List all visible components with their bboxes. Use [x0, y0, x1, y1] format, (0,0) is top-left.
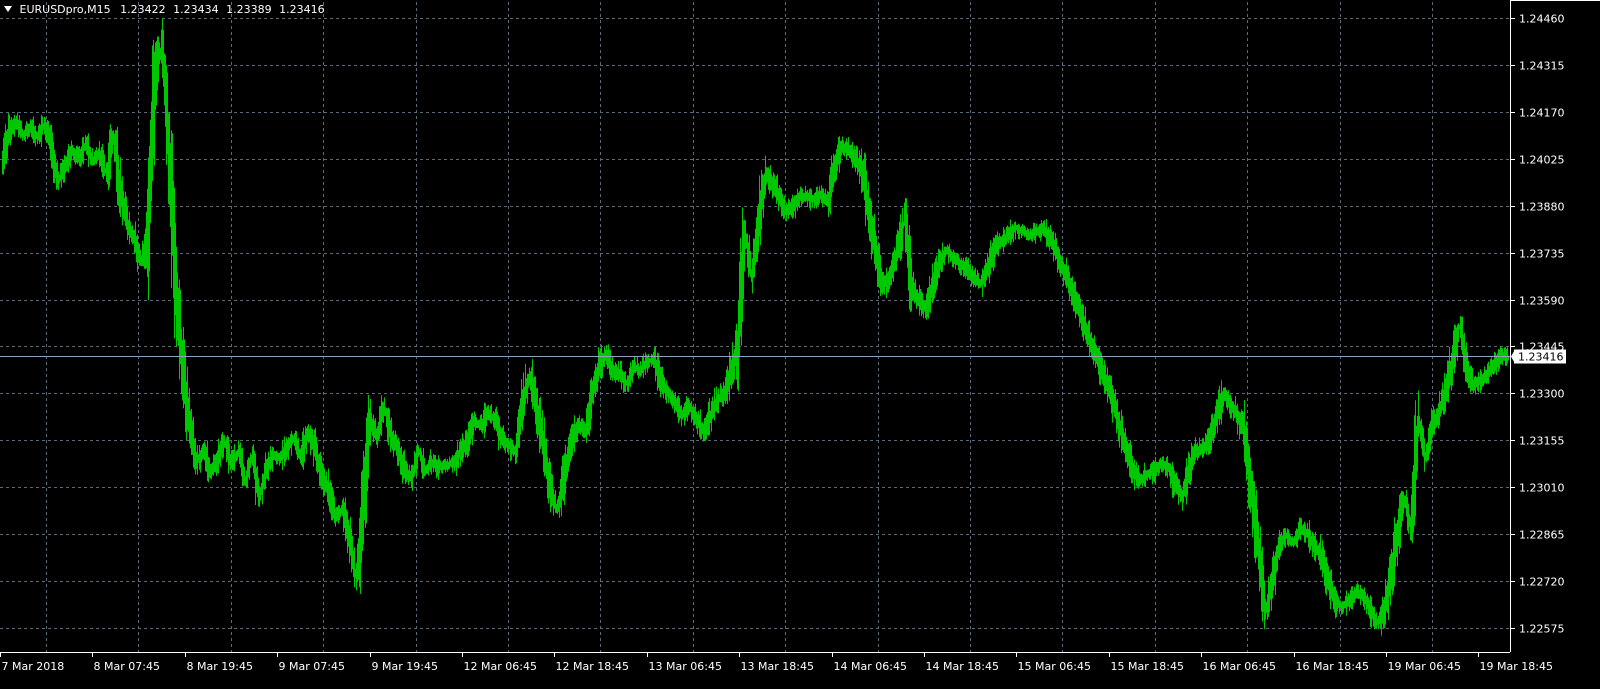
x-tick-label: 19 Mar 18:45: [1480, 660, 1553, 673]
chart-frame: [0, 0, 1600, 653]
time-axis: 7 Mar 2018 8 Mar 07:45 8 Mar 19:45 9 Mar 07…: [0, 652, 1553, 673]
y-tick-label: 1.23735: [1519, 248, 1565, 261]
ohlc-open: 1.23422: [120, 3, 166, 16]
current-price-line: 1.23416: [0, 349, 1566, 364]
x-tick-label: 12 Mar 06:45: [464, 660, 537, 673]
price-chart: 1.23416 1.24460 1.24315 1.24170 1.24025 1.23…: [0, 0, 1600, 673]
x-tick-label: 8 Mar 19:45: [187, 660, 253, 673]
ohlc-values: 1.23422 1.23434 1.23389 1.23416: [120, 3, 329, 16]
x-tick-label: 7 Mar 2018: [2, 660, 65, 673]
x-tick-label: 19 Mar 06:45: [1388, 660, 1461, 673]
y-tick-label: 1.24315: [1519, 60, 1565, 73]
y-tick-label: 1.23300: [1519, 388, 1565, 401]
chart-grid: [0, 2, 1510, 652]
price-bars: [2, 18, 1509, 636]
x-tick-label: 15 Mar 06:45: [1018, 660, 1091, 673]
collapse-triangle-icon[interactable]: [4, 6, 12, 12]
symbol-timeframe: EURUSDpro,M15: [19, 3, 111, 16]
y-tick-label: 1.23590: [1519, 295, 1565, 308]
y-tick-label: 1.22865: [1519, 529, 1565, 542]
y-tick-label: 1.22575: [1519, 623, 1565, 636]
y-tick-label: 1.24170: [1519, 107, 1565, 120]
ohlc-high: 1.23434: [173, 3, 219, 16]
y-tick-label: 1.23880: [1519, 201, 1565, 214]
x-tick-label: 13 Mar 18:45: [741, 660, 814, 673]
ohlc-close: 1.23416: [279, 3, 325, 16]
x-tick-label: 15 Mar 18:45: [1111, 660, 1184, 673]
ohlc-low: 1.23389: [226, 3, 272, 16]
y-tick-label: 1.23155: [1519, 435, 1565, 448]
price-axis: 1.24460 1.24315 1.24170 1.24025 1.23880 1.237…: [1510, 13, 1565, 636]
price-label-pointer: [1511, 349, 1515, 364]
y-tick-label: 1.23010: [1519, 482, 1565, 495]
x-tick-label: 8 Mar 07:45: [94, 660, 160, 673]
x-tick-label: 13 Mar 06:45: [649, 660, 722, 673]
y-tick-label: 1.24025: [1519, 154, 1565, 167]
y-tick-label: 1.23445: [1519, 341, 1565, 354]
x-tick-label: 9 Mar 19:45: [372, 660, 438, 673]
symbol-header: EURUSDpro,M15 1.23422 1.23434 1.23389 1.…: [4, 2, 329, 18]
chart-window: 1.23416 1.24460 1.24315 1.24170 1.24025 1.23…: [0, 0, 1600, 689]
x-tick-label: 12 Mar 18:45: [556, 660, 629, 673]
x-tick-label: 9 Mar 07:45: [279, 660, 345, 673]
y-tick-label: 1.22720: [1519, 576, 1565, 589]
x-tick-label: 14 Mar 06:45: [834, 660, 907, 673]
x-tick-label: 14 Mar 18:45: [926, 660, 999, 673]
y-tick-label: 1.24460: [1519, 13, 1565, 26]
x-tick-label: 16 Mar 06:45: [1203, 660, 1276, 673]
x-tick-label: 16 Mar 18:45: [1296, 660, 1369, 673]
